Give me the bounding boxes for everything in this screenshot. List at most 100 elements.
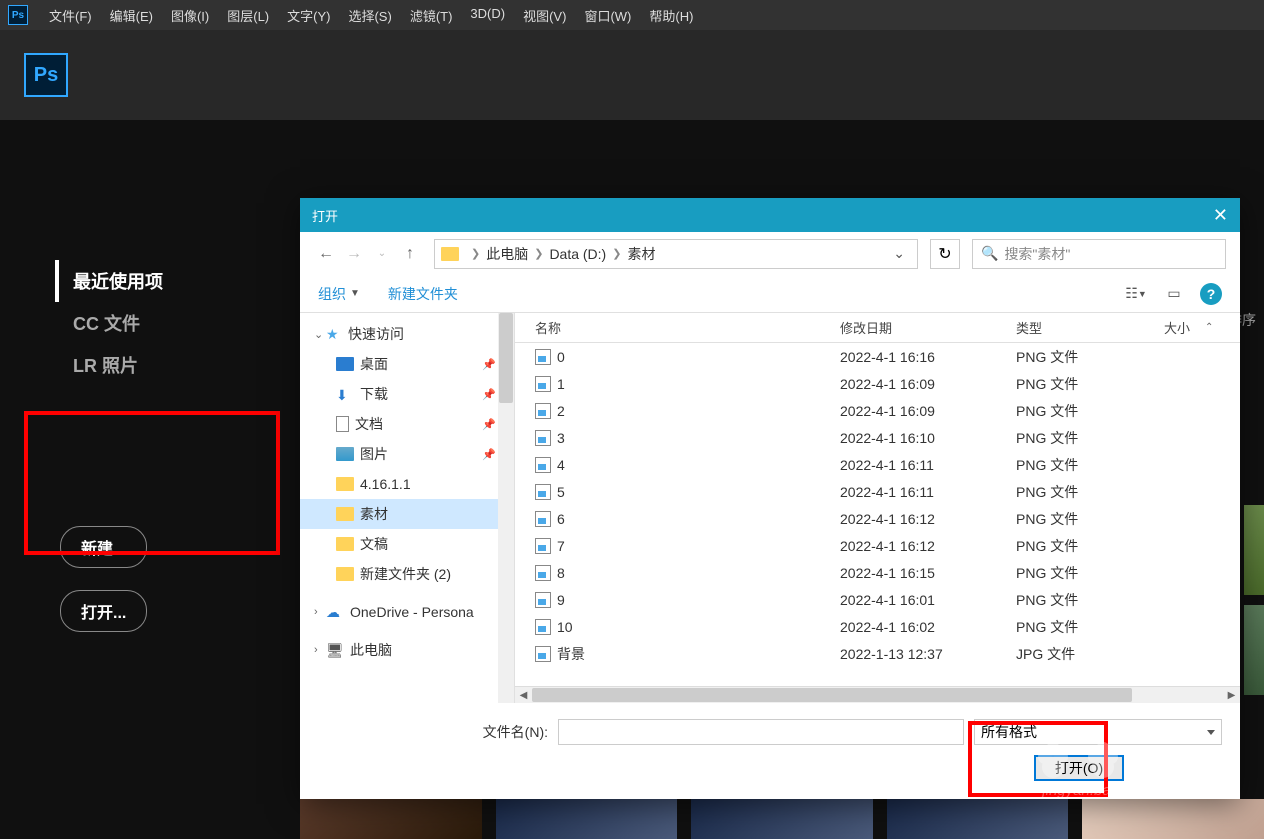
up-icon[interactable]: ↑ (398, 242, 422, 266)
thumb[interactable] (1082, 799, 1264, 839)
menu-item[interactable]: 图层(L) (218, 6, 278, 25)
pin-icon: 📌 (482, 388, 496, 401)
tree-label: 素材 (360, 504, 388, 524)
scroll-right-icon[interactable]: ▶ (1223, 687, 1240, 704)
col-size[interactable]: 大小 (1164, 318, 1240, 337)
menu-item[interactable]: 文件(F) (40, 6, 101, 25)
file-row[interactable]: 22022-4-1 16:09PNG 文件 (515, 397, 1240, 424)
search-input[interactable]: 🔍 搜索"素材" (972, 239, 1226, 269)
newfolder-button[interactable]: 新建文件夹 (388, 284, 458, 304)
tree-item[interactable]: 文档📌 (300, 409, 514, 439)
menu-item[interactable]: 帮助(H) (640, 6, 702, 25)
caret-icon[interactable]: ⌄ (314, 328, 326, 341)
refresh-icon[interactable]: ↻ (930, 239, 960, 269)
organize-button[interactable]: 组织 ▼ (318, 284, 360, 304)
filename-label: 文件名(N): (318, 722, 548, 742)
menu-item[interactable]: 窗口(W) (575, 6, 640, 25)
thumb[interactable] (887, 799, 1069, 839)
sidebar-cc[interactable]: CC 文件 (55, 302, 163, 344)
new-button[interactable]: 新建... (60, 526, 147, 568)
thumb[interactable] (1244, 505, 1264, 595)
breadcrumb-part[interactable]: 素材 (627, 244, 655, 264)
open-file-button[interactable]: 打开(O) (1034, 755, 1124, 781)
tree-item[interactable]: 文稿 (300, 529, 514, 559)
recent-dropdown-icon[interactable]: ⌄ (370, 242, 394, 266)
breadcrumb-dropdown-icon[interactable]: ⌄ (887, 245, 911, 262)
file-row[interactable]: 62022-4-1 16:12PNG 文件 (515, 505, 1240, 532)
download-icon: ⬇ (336, 387, 354, 401)
col-date[interactable]: 修改日期 (840, 318, 1016, 337)
file-type: PNG 文件 (1016, 401, 1164, 421)
menu-item[interactable]: 图像(I) (162, 6, 218, 25)
file-date: 2022-4-1 16:01 (840, 592, 1016, 608)
dialog-title-text: 打开 (312, 206, 338, 225)
tree-item[interactable]: 图片📌 (300, 439, 514, 469)
file-row[interactable]: 92022-4-1 16:01PNG 文件 (515, 586, 1240, 613)
tree-scrollbar[interactable] (498, 313, 514, 703)
file-row[interactable]: 82022-4-1 16:15PNG 文件 (515, 559, 1240, 586)
sidebar-lr[interactable]: LR 照片 (55, 344, 163, 386)
file-type: PNG 文件 (1016, 590, 1164, 610)
filename-input[interactable] (558, 719, 964, 745)
menu-item[interactable]: 选择(S) (339, 6, 400, 25)
menu-item[interactable]: 文字(Y) (278, 6, 339, 25)
file-row[interactable]: 12022-4-1 16:09PNG 文件 (515, 370, 1240, 397)
file-icon (535, 403, 551, 419)
chevron-icon[interactable]: ❯ (465, 247, 486, 260)
breadcrumb-part[interactable]: Data (D:) (549, 246, 606, 262)
filetype-select[interactable]: 所有格式 (974, 719, 1222, 745)
caret-icon[interactable]: › (314, 644, 326, 656)
cloud-icon: ☁ (326, 605, 344, 619)
view-icon[interactable]: ☷ ▼ (1124, 284, 1148, 304)
tree-item[interactable]: 新建文件夹 (2) (300, 559, 514, 589)
chevron-icon[interactable]: ❯ (528, 247, 549, 260)
open-button[interactable]: 打开... (60, 590, 147, 632)
tree-item[interactable]: ⬇下载📌 (300, 379, 514, 409)
file-row[interactable]: 背景2022-1-13 12:37JPG 文件 (515, 640, 1240, 667)
tree-item[interactable]: 4.16.1.1 (300, 469, 514, 499)
help-icon[interactable]: ? (1200, 283, 1222, 305)
tree-item[interactable]: 桌面📌 (300, 349, 514, 379)
col-name[interactable]: 名称 (515, 318, 840, 337)
col-type[interactable]: 类型 (1016, 318, 1164, 337)
file-row[interactable]: 02022-4-1 16:16PNG 文件 (515, 343, 1240, 370)
tree-onedrive[interactable]: › ☁ OneDrive - Persona (300, 597, 514, 627)
file-name: 8 (557, 565, 565, 581)
sidebar-recent[interactable]: 最近使用项 (55, 260, 163, 302)
tree-item[interactable]: 素材 (300, 499, 514, 529)
forward-icon[interactable]: → (342, 242, 366, 266)
close-icon[interactable]: ✕ (1213, 205, 1228, 226)
preview-icon[interactable]: ▭ (1162, 284, 1186, 304)
thumb[interactable] (691, 799, 873, 839)
chevron-icon[interactable]: ❯ (606, 247, 627, 260)
file-row[interactable]: 42022-4-1 16:11PNG 文件 (515, 451, 1240, 478)
breadcrumb-part[interactable]: 此电脑 (486, 244, 528, 264)
scroll-left-icon[interactable]: ◀ (515, 687, 532, 704)
menu-item[interactable]: 编辑(E) (101, 6, 162, 25)
file-name: 10 (557, 619, 573, 635)
horizontal-scrollbar[interactable]: ◀ ▶ (515, 686, 1240, 703)
file-row[interactable]: 72022-4-1 16:12PNG 文件 (515, 532, 1240, 559)
recent-thumbs-right (1244, 505, 1264, 795)
thumb[interactable] (1244, 605, 1264, 695)
file-date: 2022-4-1 16:15 (840, 565, 1016, 581)
back-icon[interactable]: ← (314, 242, 338, 266)
thumb[interactable] (300, 799, 482, 839)
file-row[interactable]: 102022-4-1 16:02PNG 文件 (515, 613, 1240, 640)
pin-icon: 📌 (482, 448, 496, 461)
menu-item[interactable]: 视图(V) (514, 6, 575, 25)
breadcrumb[interactable]: ❯ 此电脑 ❯ Data (D:) ❯ 素材 ⌄ (434, 239, 918, 269)
menu-item[interactable]: 滤镜(T) (401, 6, 462, 25)
file-icon (535, 484, 551, 500)
tree-thispc[interactable]: › 🖥 此电脑 (300, 635, 514, 665)
start-sidebar: 最近使用项 CC 文件 LR 照片 (55, 260, 163, 386)
scrollbar-thumb[interactable] (532, 688, 1132, 702)
menu-item[interactable]: 3D(D) (461, 6, 514, 25)
caret-icon[interactable]: › (314, 606, 326, 618)
tree-quick-access[interactable]: ⌄ ★ 快速访问 (300, 319, 514, 349)
scrollbar-thumb[interactable] (499, 313, 513, 403)
thumb[interactable] (496, 799, 678, 839)
file-row[interactable]: 52022-4-1 16:11PNG 文件 (515, 478, 1240, 505)
file-row[interactable]: 32022-4-1 16:10PNG 文件 (515, 424, 1240, 451)
recent-thumbs (300, 799, 1264, 839)
